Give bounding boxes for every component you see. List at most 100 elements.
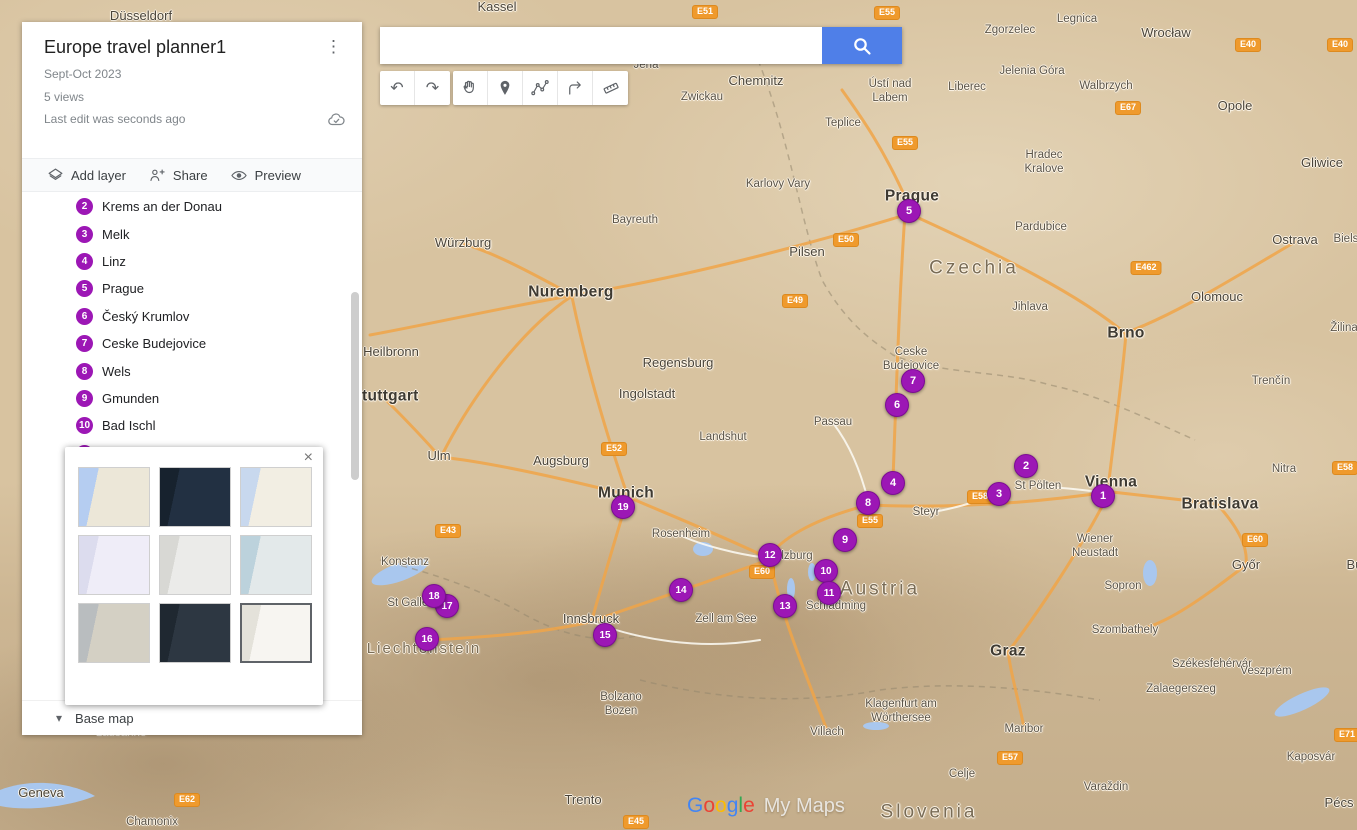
place-number-badge: 8: [76, 362, 93, 380]
share-button[interactable]: Share: [148, 167, 208, 184]
map-marker-6[interactable]: 6: [885, 393, 909, 417]
places-list: 2 Krems an der Donau 3 Melk 4 Linz 5 Prague 6 Čes…: [22, 192, 362, 467]
list-item-10[interactable]: 10 Bad Ischl: [22, 412, 362, 439]
place-number-badge: 7: [76, 335, 93, 353]
list-item-4[interactable]: 4 Linz: [22, 248, 362, 275]
basemap-option-terrain[interactable]: [240, 467, 312, 527]
list-item-5[interactable]: 5 Prague: [22, 275, 362, 302]
ruler-icon: [603, 82, 619, 94]
layers-icon: [48, 168, 63, 180]
place-number-badge: 9: [76, 389, 93, 407]
place-label: Krems an der Donau: [102, 199, 222, 215]
share-label: Share: [172, 167, 208, 183]
place-number-badge: 10: [76, 417, 93, 435]
place-label: Gmunden: [102, 390, 160, 406]
place-label: Melk: [102, 226, 130, 242]
map-marker-8[interactable]: 8: [856, 491, 880, 515]
place-label: Český Krumlov: [102, 308, 190, 324]
redo-icon: ↷: [425, 80, 440, 97]
add-layer-button[interactable]: Add layer: [47, 167, 126, 184]
basemap-picker: ×: [65, 447, 323, 705]
map-marker-15[interactable]: 15: [593, 623, 617, 647]
basemap-option-mono-city[interactable]: [159, 535, 231, 595]
scrollbar-thumb[interactable]: [351, 292, 359, 480]
search-icon: [854, 37, 871, 55]
preview-label: Preview: [254, 167, 301, 183]
add-directions-button[interactable]: [558, 71, 593, 105]
map-title: Europe travel planner1: [44, 37, 227, 57]
preview-button[interactable]: Preview: [230, 167, 301, 184]
google-logo-letter: e: [743, 794, 755, 817]
map-marker-7[interactable]: 7: [901, 369, 925, 393]
panel-actions: Add layer Share Preview: [22, 158, 362, 192]
basemap-option-dark-landmass[interactable]: [159, 603, 231, 663]
map-marker-12[interactable]: 12: [758, 543, 782, 567]
map-marker-2[interactable]: 2: [1014, 454, 1038, 478]
basemap-option-light-landmass[interactable]: [78, 603, 150, 663]
place-number-badge: 2: [76, 198, 93, 216]
list-item-9[interactable]: 9 Gmunden: [22, 385, 362, 412]
directions-icon: [569, 81, 581, 95]
search-input[interactable]: [380, 27, 822, 64]
place-number-badge: 4: [76, 252, 93, 270]
list-item-7[interactable]: 7 Ceske Budejovice: [22, 330, 362, 357]
map-marker-1[interactable]: 1: [1091, 484, 1115, 508]
map-toolbar: ↶ ↷: [380, 71, 628, 105]
base-map-row[interactable]: ▾ Base map: [22, 700, 362, 735]
map-marker-19[interactable]: 19: [611, 495, 635, 519]
map-marker-3[interactable]: 3: [987, 482, 1011, 506]
map-marker-14[interactable]: 14: [669, 578, 693, 602]
views-count: 5 views: [44, 90, 85, 104]
eye-icon: [230, 170, 247, 180]
basemap-option-whitewater[interactable]: [240, 603, 312, 663]
cloud-saved-icon: [328, 113, 345, 126]
place-label: Wels: [102, 363, 131, 379]
place-number-badge: 3: [76, 225, 93, 243]
map-marker-10[interactable]: 10: [814, 559, 838, 583]
pan-tool-button[interactable]: [453, 71, 488, 105]
search-button[interactable]: [822, 27, 902, 64]
map-marker-11[interactable]: 11: [817, 581, 841, 605]
basemap-option-map-default[interactable]: [78, 467, 150, 527]
place-label: Ceske Budejovice: [102, 336, 207, 352]
place-label: Linz: [102, 253, 126, 269]
panel-header: Europe travel planner1 ⋮ Sept-Oct 2023 5…: [22, 22, 362, 158]
my-maps-label: My Maps: [763, 795, 845, 817]
google-logo-letter: o: [715, 794, 727, 817]
map-marker-18[interactable]: 18: [422, 584, 446, 608]
redo-button[interactable]: ↷: [415, 71, 450, 105]
undo-button[interactable]: ↶: [380, 71, 415, 105]
add-marker-button[interactable]: [488, 71, 523, 105]
base-map-label: Base map: [75, 710, 134, 726]
basemap-option-simple-atlas[interactable]: [240, 535, 312, 595]
map-marker-5[interactable]: 5: [897, 199, 921, 223]
place-number-badge: 5: [76, 280, 93, 298]
overflow-menu-button[interactable]: ⋮: [321, 37, 346, 57]
measure-button[interactable]: [593, 71, 628, 105]
map-marker-9[interactable]: 9: [833, 528, 857, 552]
share-person-icon: [150, 168, 165, 181]
undo-icon: ↶: [390, 80, 404, 97]
close-icon[interactable]: ×: [298, 449, 319, 467]
map-marker-13[interactable]: 13: [773, 594, 797, 618]
undo-redo-group: ↶ ↷: [380, 71, 450, 105]
draw-toolbar: [453, 71, 628, 105]
basemap-grid: [65, 447, 323, 676]
basemap-option-satellite[interactable]: [159, 467, 231, 527]
basemap-collapse-icon: ▾: [56, 711, 63, 725]
list-item-3[interactable]: 3 Melk: [22, 220, 362, 247]
draw-line-button[interactable]: [523, 71, 558, 105]
map-marker-4[interactable]: 4: [881, 471, 905, 495]
list-item-8[interactable]: 8 Wels: [22, 357, 362, 384]
google-my-maps-logo: Google My Maps: [687, 794, 845, 818]
kebab-menu-icon: ⋮: [325, 37, 342, 56]
map-marker-16[interactable]: 16: [415, 627, 439, 651]
place-label: Bad Ischl: [102, 418, 156, 434]
google-logo-letter: o: [703, 794, 716, 817]
list-item-2[interactable]: 2 Krems an der Donau: [22, 193, 362, 220]
add-layer-label: Add layer: [71, 167, 126, 183]
list-item-6[interactable]: 6 Český Krumlov: [22, 303, 362, 330]
google-logo-letter: G: [687, 794, 704, 817]
basemap-option-light-political[interactable]: [78, 535, 150, 595]
marker-pin-icon: [500, 80, 510, 95]
